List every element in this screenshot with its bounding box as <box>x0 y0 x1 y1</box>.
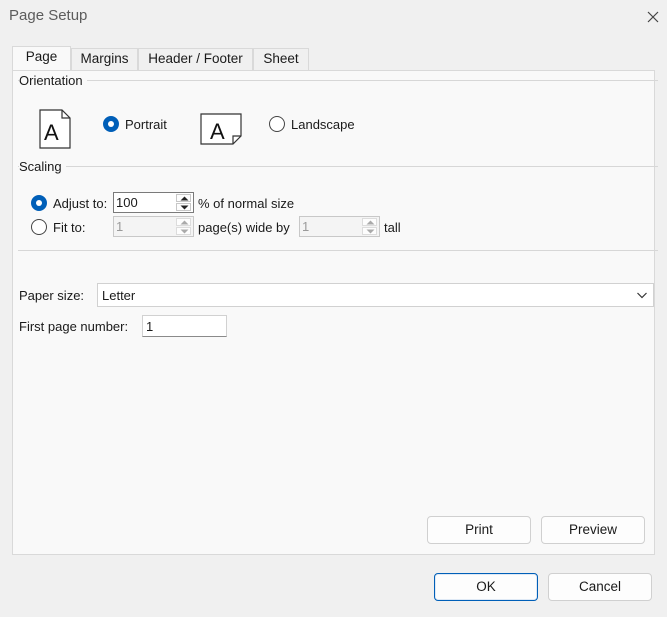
print-button-label: Print <box>465 522 493 537</box>
spin-down-icon[interactable] <box>176 227 191 235</box>
tab-header-footer-label: Header / Footer <box>148 51 243 66</box>
fit-tall-stepper[interactable]: 1 <box>299 216 380 237</box>
adjust-to-label[interactable]: Adjust to: <box>53 196 107 211</box>
landscape-label[interactable]: Landscape <box>291 117 355 132</box>
fit-to-radio[interactable] <box>31 219 47 235</box>
chevron-down-icon[interactable] <box>636 289 648 304</box>
fit-wide-value[interactable]: 1 <box>116 219 123 234</box>
cancel-button[interactable]: Cancel <box>548 573 652 601</box>
scaling-divider <box>18 166 658 167</box>
tab-margins[interactable]: Margins <box>71 48 138 70</box>
cancel-button-label: Cancel <box>578 579 622 594</box>
svg-text:A: A <box>44 120 59 145</box>
adjust-to-radio[interactable] <box>31 195 47 211</box>
first-page-number-value[interactable]: 1 <box>146 319 153 334</box>
adjust-to-suffix: % of normal size <box>198 196 295 211</box>
first-page-number-label: First page number: <box>19 319 129 334</box>
print-button[interactable]: Print <box>427 516 531 544</box>
fit-wide-stepper[interactable]: 1 <box>113 216 194 237</box>
fit-to-label[interactable]: Fit to: <box>53 220 86 235</box>
spin-up-icon[interactable] <box>176 194 191 202</box>
paper-size-dropdown[interactable]: Letter <box>97 283 654 307</box>
tab-page[interactable]: Page <box>12 46 71 70</box>
fit-tall-value[interactable]: 1 <box>302 219 309 234</box>
tab-sheet[interactable]: Sheet <box>253 48 309 70</box>
first-page-number-input[interactable]: 1 <box>142 315 227 337</box>
svg-text:A: A <box>210 119 225 144</box>
tab-panel-page <box>12 70 655 555</box>
landscape-page-icon: A <box>200 113 242 148</box>
spin-up-icon[interactable] <box>362 218 377 226</box>
preview-button[interactable]: Preview <box>541 516 645 544</box>
tab-margins-label: Margins <box>80 51 129 66</box>
tab-page-label: Page <box>25 49 58 64</box>
portrait-label[interactable]: Portrait <box>125 117 167 132</box>
portrait-page-icon: A <box>39 109 71 152</box>
orientation-divider <box>18 80 658 81</box>
ok-button-label: OK <box>476 579 496 594</box>
spin-down-icon[interactable] <box>176 203 191 211</box>
scaling-section-label: Scaling <box>19 159 66 174</box>
orientation-section-label: Orientation <box>19 73 87 88</box>
close-icon[interactable] <box>640 4 666 30</box>
tab-header-footer[interactable]: Header / Footer <box>138 48 253 70</box>
paper-divider <box>18 250 658 251</box>
tab-sheet-label: Sheet <box>263 51 299 66</box>
portrait-radio[interactable] <box>103 116 119 132</box>
spin-down-icon[interactable] <box>362 227 377 235</box>
window-title: Page Setup <box>9 7 88 24</box>
fit-wide-suffix: page(s) wide by <box>198 220 290 235</box>
paper-size-label: Paper size: <box>19 288 85 303</box>
spin-up-icon[interactable] <box>176 218 191 226</box>
ok-button[interactable]: OK <box>434 573 538 601</box>
title-bar: Page Setup <box>0 0 667 34</box>
adjust-to-value[interactable]: 100 <box>116 195 138 210</box>
preview-button-label: Preview <box>568 522 617 537</box>
landscape-radio[interactable] <box>269 116 285 132</box>
fit-tall-suffix: tall <box>384 220 401 235</box>
adjust-to-stepper[interactable]: 100 <box>113 192 194 213</box>
paper-size-value[interactable]: Letter <box>102 288 135 303</box>
